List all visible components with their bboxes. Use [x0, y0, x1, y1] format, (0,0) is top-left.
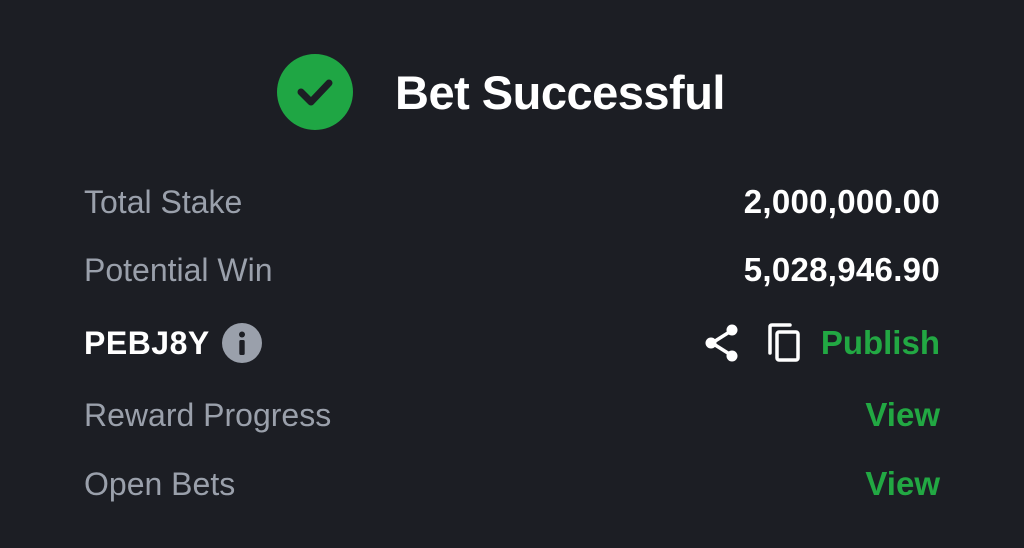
page-title: Bet Successful — [395, 65, 725, 119]
open-bets-row: Open Bets View — [84, 459, 940, 509]
reward-progress-row: Reward Progress View — [84, 390, 940, 440]
check-circle-icon — [277, 54, 354, 130]
potential-win-label: Potential Win — [84, 251, 273, 288]
booking-actions: Publish — [703, 322, 940, 364]
open-bets-label: Open Bets — [84, 465, 236, 502]
potential-win-row: Potential Win 5,028,946.90 — [84, 245, 940, 295]
booking-code: PEBJ8Y — [84, 324, 210, 361]
booking-code-row: PEBJ8Y Publish — [84, 318, 940, 368]
open-bets-view-link[interactable]: View — [865, 465, 940, 503]
total-stake-value: 2,000,000.00 — [743, 183, 940, 220]
share-icon[interactable] — [703, 323, 741, 363]
success-header: Bet Successful — [0, 52, 1024, 132]
reward-progress-label: Reward Progress — [84, 396, 332, 433]
info-icon[interactable] — [221, 323, 262, 363]
publish-button[interactable]: Publish — [821, 324, 940, 362]
potential-win-value: 5,028,946.90 — [743, 251, 940, 288]
total-stake-row: Total Stake 2,000,000.00 — [84, 177, 940, 227]
total-stake-label: Total Stake — [84, 183, 243, 220]
booking-code-group: PEBJ8Y — [84, 323, 262, 363]
reward-progress-view-link[interactable]: View — [865, 396, 940, 434]
copy-icon[interactable] — [765, 322, 803, 364]
